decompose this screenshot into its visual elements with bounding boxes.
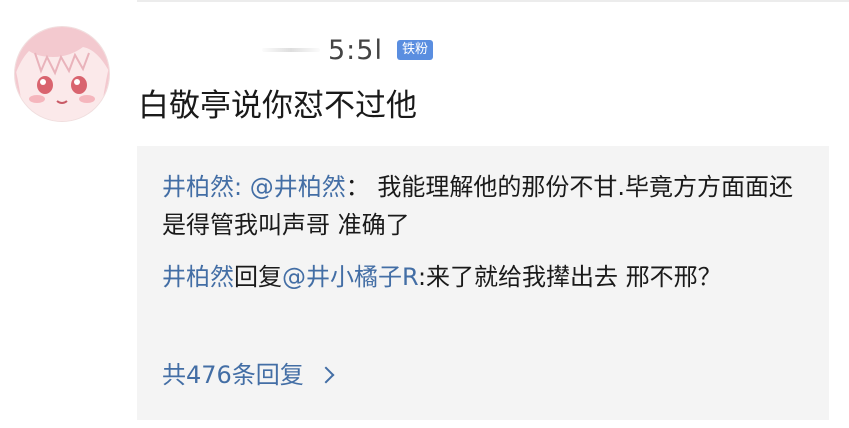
comment-header: 5:5l 铁粉 (262, 30, 433, 70)
reply-item[interactable]: 井柏然: @井柏然： 我能理解他的那份不甘.毕竟方方面面还是得管我叫声哥 准确了 (162, 168, 802, 244)
username[interactable]: 5:5l (328, 35, 383, 66)
reply-body: :来了就给我撵出去 邢不邢？ (417, 263, 722, 291)
divider (137, 0, 849, 2)
reply-author[interactable]: 井柏然 (162, 173, 234, 201)
total-replies-label: 共476条回复 (162, 361, 304, 389)
avatar[interactable] (14, 26, 110, 122)
username-blur (262, 48, 320, 52)
reply-author[interactable]: 井柏然 (162, 263, 234, 291)
fan-badge: 铁粉 (396, 40, 433, 60)
replies-panel[interactable]: 井柏然: @井柏然： 我能理解他的那份不甘.毕竟方方面面还是得管我叫声哥 准确了… (137, 146, 829, 420)
comment-card: 5:5l 铁粉 白敬亭说你怼不过他 井柏然: @井柏然： 我能理解他的那份不甘.… (0, 0, 849, 428)
view-all-replies-link[interactable]: 共476条回复 (162, 356, 335, 394)
reply-mention[interactable]: @井柏然 (250, 173, 346, 201)
reply-item[interactable]: 井柏然回复@井小橘子R:来了就给我撵出去 邢不邢？ (162, 258, 802, 296)
reply-verb: 回复 (234, 263, 282, 291)
reply-mention[interactable]: @井小橘子R (282, 263, 418, 291)
comment-text: 白敬亭说你怼不过他 (138, 88, 417, 124)
chevron-right-icon (317, 366, 335, 384)
reply-separator: : (234, 173, 250, 201)
avatar-anime-girl-icon (15, 27, 109, 121)
